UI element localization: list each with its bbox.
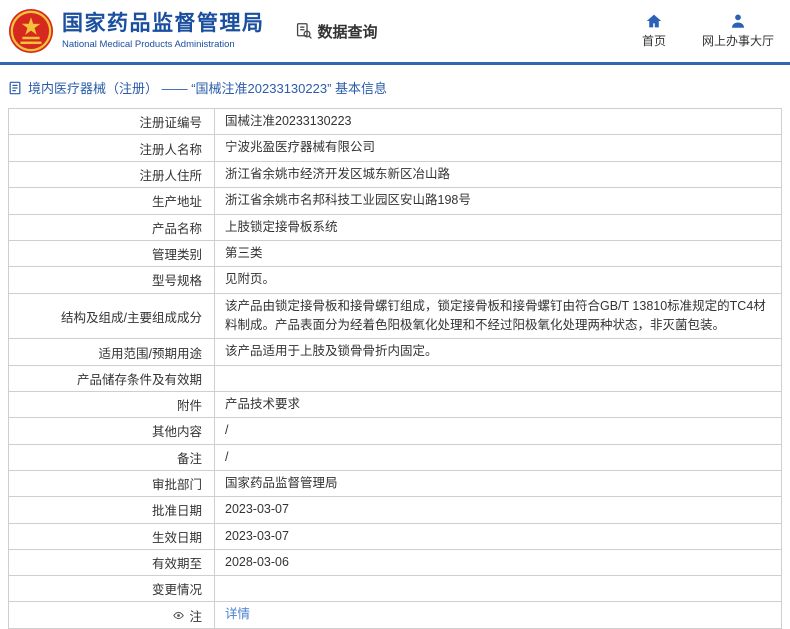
table-row: 生效日期 2023-03-07 — [9, 523, 781, 550]
nav-service-hall[interactable]: 网上办事大厅 — [702, 13, 774, 49]
row-value: 2023-03-07 — [225, 528, 289, 543]
table-row: 其他内容 / — [9, 418, 781, 445]
row-label: 注册人住所 — [9, 161, 215, 188]
row-label: 其他内容 — [9, 418, 215, 444]
row-label: 有效期至 — [9, 550, 215, 576]
table-row: 备注 / — [9, 444, 781, 471]
org-name-cn: 国家药品监督管理局 — [62, 12, 265, 36]
breadcrumb-text: 境内医疗器械（注册） —— “国械注准20233130223” 基本信息 — [28, 81, 388, 96]
row-value: 国家药品监督管理局 — [225, 475, 338, 490]
table-row: 生产地址 浙江省余姚市名邦科技工业园区安山路198号 — [9, 188, 781, 215]
row-value: 该产品由锁定接骨板和接骨螺钉组成，锁定接骨板和接骨螺钉由符合GB/T 13810… — [225, 298, 766, 332]
row-label: 产品名称 — [9, 214, 215, 240]
person-icon — [730, 13, 746, 29]
table-row: 审批部门 国家药品监督管理局 — [9, 470, 781, 498]
table-row: 管理类别 第三类 — [9, 240, 781, 268]
row-label: 结构及组成/主要组成成分 — [9, 293, 215, 339]
table-row: 注册人住所 浙江省余姚市经济开发区城东新区冶山路 — [9, 161, 781, 189]
table-row: 适用范围/预期用途 该产品适用于上肢及锁骨骨折内固定。 — [9, 339, 781, 366]
table-row: 附件 产品技术要求 — [9, 391, 781, 419]
row-value: / — [225, 449, 229, 464]
table-row: 注册证编号 国械注准20233130223 — [9, 109, 781, 136]
table-row: 产品名称 上肢锁定接骨板系统 — [9, 214, 781, 241]
table-row: 型号规格 见附页。 — [9, 267, 781, 294]
row-label: 适用范围/预期用途 — [9, 339, 215, 365]
row-value: 浙江省余姚市名邦科技工业园区安山路198号 — [225, 193, 471, 208]
row-value: 2023-03-07 — [225, 502, 289, 517]
row-value: 详情 — [215, 602, 781, 627]
row-label: 型号规格 — [9, 267, 215, 293]
row-value: 宁波兆盈医疗器械有限公司 — [225, 140, 376, 155]
row-label: 生效日期 — [9, 523, 215, 549]
row-label: 管理类别 — [9, 240, 215, 267]
row-value: 国械注准20233130223 — [225, 114, 352, 128]
row-label: 备注 — [9, 444, 215, 470]
row-value: / — [225, 423, 229, 438]
data-query-label: 数据查询 — [317, 23, 378, 41]
row-value: 2028-03-06 — [225, 555, 289, 569]
row-value: 该产品适用于上肢及锁骨骨折内固定。 — [225, 344, 438, 359]
details-link[interactable]: 详情 — [225, 605, 250, 624]
row-label: 产品储存条件及有效期 — [9, 365, 215, 391]
registration-info-table: 注册证编号 国械注准20233130223 注册人名称 宁波兆盈医疗器械有限公司 注… — [8, 108, 782, 629]
row-label: 批准日期 — [9, 497, 215, 523]
org-title-block: 国家药品监督管理局 National Medical Products Admi… — [62, 12, 265, 49]
row-value: 见附页。 — [225, 272, 276, 287]
row-label: 变更情况 — [9, 576, 215, 602]
table-row: 注册人名称 宁波兆盈医疗器械有限公司 — [9, 135, 781, 162]
row-value: 浙江省余姚市经济开发区城东新区冶山路 — [225, 166, 451, 181]
nav-service-hall-label: 网上办事大厅 — [701, 34, 774, 48]
row-label: 注册证编号 — [9, 109, 215, 135]
home-icon — [646, 13, 662, 29]
row-value: 第三类 — [225, 245, 263, 260]
row-value: 上肢锁定接骨板系统 — [225, 219, 338, 234]
row-label: 注 — [9, 602, 215, 628]
row-value: 产品技术要求 — [225, 396, 301, 411]
row-value — [215, 576, 781, 601]
row-value — [215, 366, 781, 391]
row-label: 审批部门 — [9, 470, 215, 497]
nav-home-label: 首页 — [641, 34, 666, 48]
document-icon — [8, 81, 22, 95]
org-name-en: National Medical Products Administration — [62, 38, 235, 50]
table-row: 结构及组成/主要组成成分 该产品由锁定接骨板和接骨螺钉组成，锁定接骨板和接骨螺钉由… — [9, 293, 781, 340]
row-label: 注册人名称 — [9, 135, 215, 161]
page: 国家药品监督管理局 National Medical Products Admi… — [0, 0, 790, 629]
note-label: 注 — [189, 609, 202, 624]
table-row: 变更情况 — [9, 576, 781, 603]
eye-icon — [172, 609, 185, 622]
row-label: 附件 — [9, 391, 215, 418]
national-emblem — [8, 8, 54, 54]
table-row: 产品储存条件及有效期 — [9, 365, 781, 392]
table-row: 注 详情 — [9, 602, 781, 629]
site-header: 国家药品监督管理局 National Medical Products Admi… — [0, 0, 790, 62]
document-search-icon — [295, 22, 313, 40]
breadcrumb: 境内医疗器械（注册） —— “国械注准20233130223” 基本信息 — [0, 65, 790, 108]
table-row: 有效期至 2028-03-06 — [9, 550, 781, 577]
row-label: 生产地址 — [9, 188, 215, 214]
table-row: 批准日期 2023-03-07 — [9, 497, 781, 524]
data-query-title[interactable]: 数据查询 — [295, 21, 378, 42]
nav-home[interactable]: 首页 — [642, 13, 666, 49]
